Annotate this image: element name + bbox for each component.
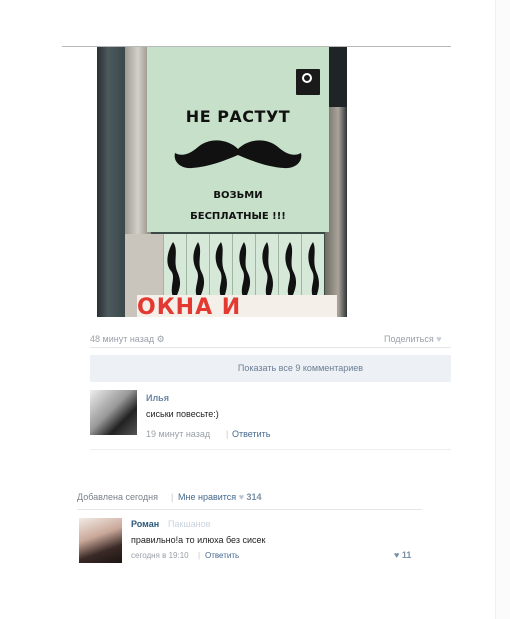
- mustache-icon: [174, 140, 302, 169]
- clock-icon: ⚙: [156, 334, 165, 344]
- post-timestamp[interactable]: 48 минут назад ⚙: [90, 334, 165, 345]
- shop-sign-text: ОКНА И ДВЕРИ: [137, 295, 337, 317]
- comment-author-lastname[interactable]: Пакшанов: [168, 519, 210, 529]
- poster-line-2: БЕСПЛАТНЫЕ !!!: [190, 211, 286, 222]
- post-photo[interactable]: НЕ РАСТУТ ВОЗЬМИ БЕСПЛАТНЫЕ !!! ОКНА И Д…: [97, 47, 347, 317]
- heart-icon: ♥: [238, 492, 245, 502]
- like-label: Мне нравится: [178, 492, 237, 502]
- heart-icon: ♥: [436, 334, 442, 344]
- comment-author[interactable]: Илья: [146, 393, 169, 403]
- share-label: Поделиться: [384, 334, 434, 344]
- poster-title: НЕ РАСТУТ: [185, 107, 291, 126]
- divider: [77, 509, 422, 510]
- separator: |: [198, 551, 201, 560]
- divider: [90, 449, 451, 450]
- like-button[interactable]: Мне нравится ♥ 314: [178, 492, 262, 502]
- comment-like-button[interactable]: ♥ 11: [394, 550, 411, 560]
- comment-like-count: 11: [401, 550, 412, 560]
- reply-link[interactable]: Ответить: [232, 429, 270, 439]
- poster-line-1: ВОЗЬМИ: [213, 190, 263, 201]
- divider: [90, 347, 451, 348]
- comment-text: сиськи повесьте:): [146, 409, 219, 419]
- comment-time[interactable]: сегодня в 19:10: [131, 551, 189, 560]
- share-button[interactable]: Поделиться ♥: [384, 334, 442, 344]
- page-edge: [495, 0, 510, 619]
- comment-text: правильно!а то илюха без сисек: [131, 535, 266, 545]
- avatar[interactable]: [90, 390, 137, 435]
- comment-time[interactable]: 19 минут назад: [146, 429, 210, 439]
- like-count: 314: [246, 492, 262, 502]
- separator: |: [171, 492, 174, 502]
- reply-link[interactable]: Ответить: [205, 551, 239, 560]
- show-all-comments-label: Показать все 9 комментариев: [237, 363, 364, 373]
- added-date: Добавлена сегодня: [77, 492, 158, 502]
- heart-icon: ♥: [394, 550, 400, 560]
- poster-logo-icon: [302, 73, 312, 83]
- post-time-text: 48 минут назад: [90, 334, 155, 344]
- separator: |: [226, 429, 229, 439]
- photo-wall-left: [97, 47, 125, 317]
- poster: НЕ РАСТУТ ВОЗЬМИ БЕСПЛАТНЫЕ !!!: [147, 47, 329, 232]
- show-all-comments-button[interactable]: Показать все 9 комментариев: [90, 355, 451, 382]
- avatar[interactable]: [79, 518, 122, 563]
- comment-author[interactable]: Роман: [131, 519, 159, 529]
